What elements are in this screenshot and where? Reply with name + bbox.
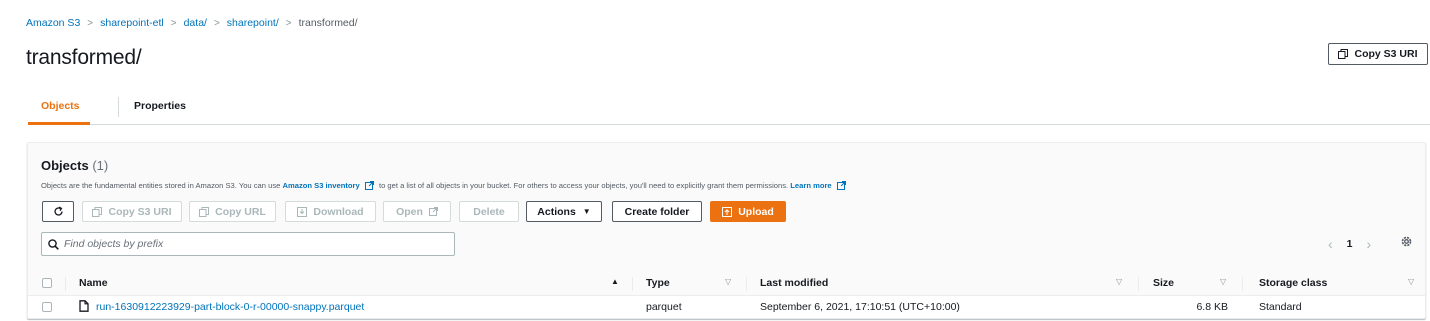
- search-box: [41, 232, 455, 256]
- tab-divider: [118, 97, 119, 117]
- gear-icon[interactable]: [1400, 235, 1413, 248]
- column-separator: [1242, 277, 1243, 291]
- file-icon: [79, 300, 89, 315]
- column-header-last-modified[interactable]: Last modified: [760, 277, 828, 289]
- download-button[interactable]: Download: [285, 201, 376, 222]
- objects-description: Objects are the fundamental entities sto…: [41, 181, 849, 192]
- download-icon: [297, 206, 308, 217]
- objects-count: (1): [92, 158, 109, 173]
- column-separator: [632, 277, 633, 291]
- create-folder-button[interactable]: Create folder: [612, 201, 702, 222]
- sort-ascending-icon[interactable]: ▲: [611, 277, 619, 286]
- external-link-icon: [428, 207, 438, 216]
- breadcrumb-item-data[interactable]: data/: [184, 17, 207, 29]
- objects-panel: Objects (1) Objects are the fundamental …: [27, 142, 1426, 319]
- open-label: Open: [396, 205, 423, 218]
- breadcrumb-item-amazon-s3[interactable]: Amazon S3: [26, 17, 80, 29]
- tab-bar: Objects Properties: [28, 94, 1430, 125]
- delete-label: Delete: [473, 205, 505, 218]
- copy-icon: [199, 206, 210, 217]
- sort-icon[interactable]: ▽: [1408, 277, 1414, 286]
- external-link-icon: [836, 181, 846, 192]
- breadcrumb-separator-icon: >: [170, 17, 177, 29]
- download-label: Download: [313, 205, 364, 218]
- s3-inventory-link[interactable]: Amazon S3 inventory: [282, 181, 359, 190]
- description-text-2: to get a list of all objects in your buc…: [378, 181, 789, 190]
- learn-more-link[interactable]: Learn more: [790, 181, 831, 190]
- copy-s3-uri-button[interactable]: Copy S3 URI: [1328, 43, 1428, 65]
- search-input[interactable]: [64, 238, 434, 250]
- breadcrumb: Amazon S3 > sharepoint-etl > data/ > sha…: [26, 17, 358, 29]
- column-header-size[interactable]: Size: [1153, 277, 1174, 289]
- sort-icon[interactable]: ▽: [725, 277, 731, 286]
- description-text-1: Objects are the fundamental entities sto…: [41, 181, 281, 190]
- select-all-checkbox[interactable]: [42, 278, 52, 288]
- objects-heading-label: Objects: [41, 158, 89, 173]
- copy-icon: [92, 206, 103, 217]
- copy-s3-uri-label: Copy S3 URI: [1354, 48, 1418, 60]
- actions-label: Actions: [537, 205, 576, 218]
- tab-objects[interactable]: Objects: [41, 100, 80, 112]
- column-header-type[interactable]: Type: [646, 277, 670, 289]
- search-icon: [48, 238, 59, 250]
- object-name-link[interactable]: run-1630912223929-part-block-0-r-00000-s…: [96, 301, 364, 313]
- create-folder-label: Create folder: [624, 205, 690, 218]
- column-separator: [1138, 277, 1139, 291]
- column-separator: [746, 277, 747, 291]
- breadcrumb-item-sharepoint[interactable]: sharepoint/: [227, 17, 279, 29]
- page-title: transformed/: [26, 46, 142, 69]
- breadcrumb-separator-icon: >: [285, 17, 292, 29]
- copy-url-label: Copy URL: [215, 205, 266, 218]
- refresh-button[interactable]: [42, 201, 74, 222]
- page-number[interactable]: 1: [1347, 238, 1353, 250]
- table-header: Name ▲ Type ▽ Last modified ▽ Size ▽ Sto…: [28, 271, 1425, 296]
- column-header-storage-class[interactable]: Storage class: [1259, 277, 1327, 289]
- tab-properties[interactable]: Properties: [134, 100, 186, 112]
- sort-icon[interactable]: ▽: [1220, 277, 1226, 286]
- breadcrumb-current: transformed/: [298, 17, 358, 29]
- open-button[interactable]: Open: [383, 201, 451, 222]
- actions-dropdown-button[interactable]: Actions ▼: [526, 201, 602, 222]
- copy-s3-uri-toolbar-button[interactable]: Copy S3 URI: [82, 201, 182, 222]
- breadcrumb-separator-icon: >: [87, 17, 94, 29]
- sort-icon[interactable]: ▽: [1116, 277, 1122, 286]
- objects-heading: Objects (1): [41, 158, 108, 173]
- column-separator: [65, 277, 66, 291]
- row-checkbox[interactable]: [42, 302, 52, 312]
- object-storage-class: Standard: [1259, 301, 1302, 313]
- column-header-name[interactable]: Name: [79, 277, 108, 289]
- breadcrumb-item-bucket[interactable]: sharepoint-etl: [100, 17, 164, 29]
- breadcrumb-separator-icon: >: [213, 17, 220, 29]
- upload-button[interactable]: Upload: [710, 201, 786, 222]
- copy-icon: [1338, 49, 1349, 59]
- object-type: parquet: [646, 301, 682, 313]
- external-link-icon: [364, 181, 374, 192]
- delete-button[interactable]: Delete: [459, 201, 519, 222]
- previous-page-icon[interactable]: ‹: [1328, 236, 1333, 252]
- next-page-icon[interactable]: ›: [1367, 236, 1372, 252]
- caret-down-icon: ▼: [582, 207, 591, 216]
- pagination: ‹ 1 ›: [1328, 234, 1371, 254]
- table-row: run-1630912223929-part-block-0-r-00000-s…: [28, 296, 1425, 318]
- object-last-modified: September 6, 2021, 17:10:51 (UTC+10:00): [760, 301, 960, 313]
- active-tab-indicator: [28, 122, 90, 125]
- object-size: 6.8 KB: [1196, 301, 1228, 313]
- copy-url-button[interactable]: Copy URL: [189, 201, 276, 222]
- refresh-icon: [53, 206, 63, 216]
- upload-icon: [722, 206, 733, 217]
- copy-s3-uri-toolbar-label: Copy S3 URI: [108, 205, 172, 218]
- upload-label: Upload: [738, 205, 774, 218]
